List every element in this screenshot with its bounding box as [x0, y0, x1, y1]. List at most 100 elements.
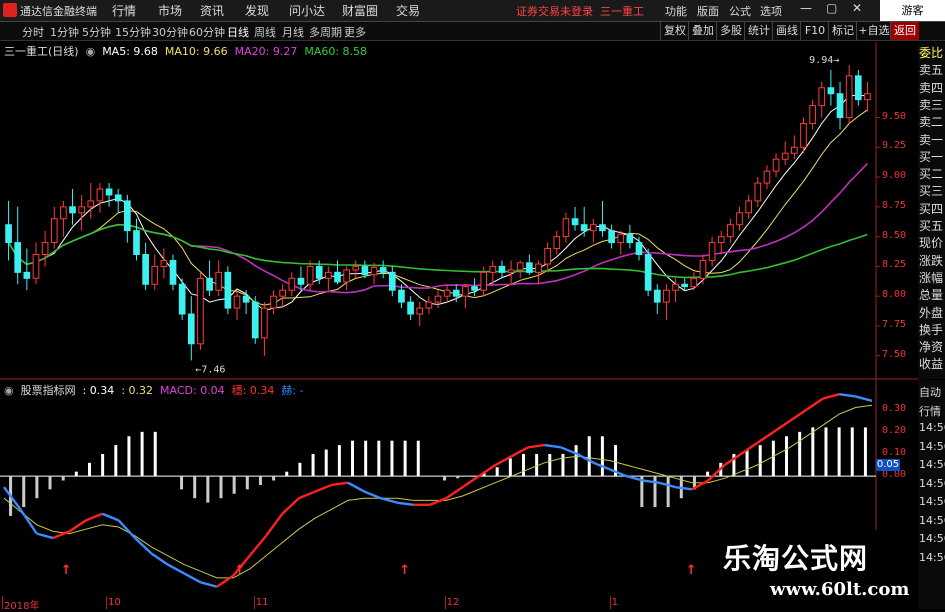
tab-daily[interactable]: 日线 — [227, 24, 249, 40]
sidebar-item[interactable]: 委比 — [919, 46, 945, 60]
tab-multi-period[interactable]: 多周期 — [309, 24, 342, 40]
sidebar-item[interactable]: 买五 — [919, 219, 945, 233]
menu-wealth[interactable]: 财富圈 — [342, 2, 378, 19]
ma60-line — [7, 223, 868, 279]
legend-dif: : 0.34 — [82, 384, 115, 397]
menu-formula[interactable]: 公式 — [729, 3, 751, 19]
y-tick-label: 9.00 — [882, 170, 907, 182]
menu-options[interactable]: 选项 — [760, 3, 782, 19]
sidebar-item[interactable]: 换手 — [919, 323, 945, 337]
candle-body — [297, 277, 305, 285]
dif-line-segment — [429, 497, 447, 506]
sidebar-item[interactable]: 总量 — [919, 288, 945, 302]
menu-quotes[interactable]: 行情 — [112, 2, 136, 19]
tab-monthly[interactable]: 月线 — [282, 24, 304, 40]
dif-line-segment — [560, 446, 578, 456]
sidebar-item[interactable]: 买二 — [919, 167, 945, 181]
candle-body — [608, 230, 615, 244]
dif-line-segment — [740, 441, 759, 455]
y-tick-label: 8.75 — [882, 199, 907, 211]
btn-add-watchlist[interactable]: +自选 — [856, 22, 891, 40]
legend-ma10: MA10: 9.66 — [164, 45, 228, 58]
candle-body — [690, 277, 698, 288]
tab-1min[interactable]: 1分钟 — [50, 24, 79, 40]
menu-layout[interactable]: 版面 — [697, 3, 719, 19]
sidebar-item[interactable]: 涨跌 — [919, 254, 945, 268]
tab-intraday[interactable]: 分时 — [22, 24, 44, 40]
sidebar-item[interactable]: 净资 — [919, 340, 945, 354]
dif-line-segment — [609, 468, 627, 478]
sidebar-item[interactable]: 买四 — [919, 202, 945, 216]
sidebar-item[interactable]: 买一 — [919, 150, 945, 164]
sidebar-item[interactable]: 卖二 — [919, 115, 945, 129]
sidebar-item[interactable]: 卖一 — [919, 133, 945, 147]
dif-line-segment — [839, 393, 856, 398]
window-max-icon[interactable]: ▢ — [826, 1, 837, 15]
btn-overlay[interactable]: 叠加 — [688, 22, 717, 40]
legend-eye-icon[interactable]: ◉ — [82, 45, 99, 58]
candle-body — [343, 269, 350, 283]
menu-discover[interactable]: 发现 — [245, 2, 269, 19]
candle-body — [279, 289, 287, 297]
dif-line-segment — [544, 443, 561, 449]
candle-body — [142, 253, 149, 285]
dif-line-segment — [183, 572, 202, 584]
btn-adjust[interactable]: 复权 — [660, 22, 689, 40]
sidebar-item[interactable]: 外盘 — [919, 306, 945, 320]
legend-ma20: MA20: 9.27 — [234, 45, 298, 58]
menu-ask[interactable]: 问小达 — [289, 2, 325, 19]
sidebar-item[interactable]: 买三 — [919, 184, 945, 198]
btn-f10[interactable]: F10 — [800, 22, 829, 40]
chart-canvas[interactable]: ←7.46 9.94→ ↑ ↑ ↑ ↑ — [0, 0, 945, 609]
btn-multi-stock[interactable]: 多股 — [716, 22, 745, 40]
dif-line-segment — [200, 581, 218, 588]
btn-draw[interactable]: 画线 — [772, 22, 801, 40]
x-axis-tick — [106, 596, 108, 609]
candle-body — [388, 271, 396, 291]
sidebar-item[interactable]: 收益 — [919, 357, 945, 371]
tab-5min[interactable]: 5分钟 — [82, 24, 111, 40]
menu-trade[interactable]: 交易 — [396, 2, 420, 19]
tab-15min[interactable]: 15分钟 — [115, 24, 151, 40]
candle-body — [379, 267, 387, 273]
sidebar-item[interactable]: 卖四 — [919, 81, 945, 95]
candle-body — [425, 301, 433, 309]
dif-line-segment — [347, 481, 365, 493]
btn-back[interactable]: 返回 — [890, 22, 919, 40]
dif-line-segment — [642, 479, 660, 484]
guest-button[interactable]: 游客 — [880, 0, 945, 21]
candle-body — [398, 289, 405, 303]
window-close-icon[interactable]: ✕ — [852, 1, 862, 15]
tab-weekly[interactable]: 周线 — [254, 24, 276, 40]
window-min-icon[interactable]: — — [800, 1, 812, 15]
candle-body — [270, 295, 277, 309]
tick-item: 14:56 — [919, 421, 945, 434]
sidebar-item[interactable]: 涨幅 — [919, 271, 945, 285]
dif-line-segment — [101, 512, 120, 522]
menu-function[interactable]: 功能 — [665, 3, 687, 19]
x-axis-label: 12 — [446, 597, 460, 608]
tab-60min[interactable]: 60分钟 — [189, 24, 225, 40]
candle-body — [480, 271, 488, 291]
tab-30min[interactable]: 30分钟 — [152, 24, 188, 40]
sidebar-item[interactable]: 卖三 — [919, 98, 945, 112]
dif-line-segment — [478, 464, 496, 478]
dif-line-segment — [626, 474, 644, 482]
dif-line-segment — [675, 485, 693, 491]
sidebar-item[interactable]: 卖五 — [919, 63, 945, 77]
candle-body — [772, 158, 780, 172]
candle-body — [288, 277, 296, 291]
dif-line-segment — [773, 419, 791, 433]
candle-body — [708, 242, 716, 261]
btn-mark[interactable]: 标记 — [828, 22, 857, 40]
legend-ma5: MA5: 9.68 — [102, 45, 158, 58]
dif-line-segment — [723, 452, 742, 467]
tab-more[interactable]: 更多 — [344, 24, 366, 40]
sub-gear-icon[interactable]: ◉ — [4, 384, 17, 397]
menu-news[interactable]: 资讯 — [200, 2, 224, 19]
sidebar-item[interactable]: 现价 — [919, 236, 945, 250]
macd-y-tick-label: 0.30 — [882, 402, 907, 414]
btn-stats[interactable]: 统计 — [744, 22, 773, 40]
app-title: 通达信金融终端 — [20, 5, 97, 18]
menu-market[interactable]: 市场 — [158, 2, 182, 19]
